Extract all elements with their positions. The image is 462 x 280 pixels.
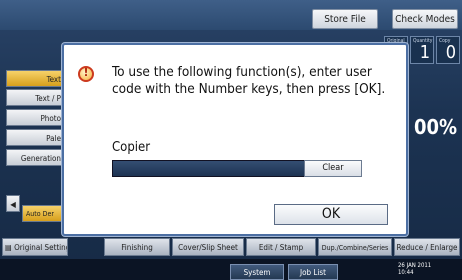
date-time: 26 JAN 2011 10:44	[398, 262, 431, 276]
original-setting-button[interactable]: ▤ Original Setting	[2, 238, 68, 256]
density-left-arrow-icon[interactable]: ◀	[6, 195, 20, 212]
cover-slip-sheet-button[interactable]: Cover/Slip Sheet	[172, 238, 244, 256]
finishing-button[interactable]: Finishing	[104, 238, 170, 256]
generation-mode-button[interactable]: Generation	[6, 149, 66, 166]
ratio-display: 00%	[414, 115, 458, 139]
edit-stamp-button[interactable]: Edit / Stamp	[246, 238, 316, 256]
clear-button[interactable]: Clear	[304, 160, 362, 177]
quantity-counter: Quantity 1	[410, 36, 434, 64]
check-modes-button[interactable]: Check Modes	[392, 9, 458, 29]
copy-counter: Copy 0	[436, 36, 460, 64]
dialog-message: To use the following function(s), enter …	[112, 64, 386, 97]
text-mode-button[interactable]: Text	[6, 70, 66, 87]
copy-value: 0	[445, 42, 456, 63]
quantity-value: 1	[419, 42, 430, 63]
photo-mode-button[interactable]: Photo	[6, 109, 66, 126]
user-code-field[interactable]	[112, 160, 305, 177]
original-setting-label: Original Setting	[14, 243, 68, 252]
warning-icon	[78, 66, 94, 82]
user-code-dialog: To use the following function(s), enter …	[62, 43, 408, 236]
store-file-button[interactable]: Store File	[312, 9, 378, 29]
time-text: 10:44	[398, 269, 414, 276]
dup-combine-series-button[interactable]: Dup./Combine/Series	[318, 238, 392, 256]
function-name: Copier	[112, 140, 151, 155]
system-status-button[interactable]: System Status	[230, 264, 284, 280]
reduce-enlarge-button[interactable]: Reduce / Enlarge	[394, 238, 460, 256]
original-setting-icon: ▤	[5, 243, 15, 252]
text-photo-mode-button[interactable]: Text / P	[6, 89, 66, 106]
job-list-button[interactable]: Job List	[288, 264, 338, 280]
pale-mode-button[interactable]: Pale	[6, 129, 66, 146]
ok-button[interactable]: OK	[274, 204, 388, 225]
date-text: 26 JAN 2011	[398, 262, 432, 269]
